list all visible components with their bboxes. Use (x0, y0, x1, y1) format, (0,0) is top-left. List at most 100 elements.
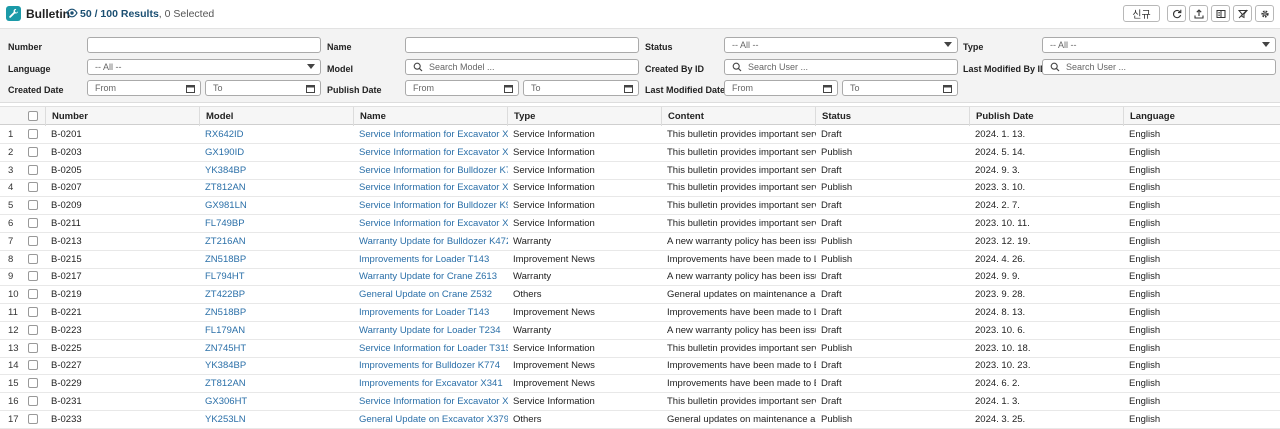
cell-model-link[interactable]: YK384BP (199, 357, 354, 375)
model-search-field[interactable]: Search Model ... (405, 59, 639, 75)
table-row[interactable]: 16 B-0231 GX306HT Service Information for E… (0, 393, 1280, 411)
row-checkbox[interactable] (28, 253, 38, 264)
last-modified-date-from[interactable]: From (724, 80, 838, 96)
row-checkbox[interactable] (28, 360, 38, 371)
row-checkbox[interactable] (28, 396, 38, 406)
last-modified-by-search-field[interactable]: Search User ... (1042, 59, 1276, 75)
table-row[interactable]: 4 B-0207 ZT812AN Service Information for Ex… (0, 179, 1280, 198)
column-header-status[interactable]: Status (815, 107, 970, 126)
cell-name-link[interactable]: Service Information for Excavator X737 (353, 215, 508, 233)
row-checkbox[interactable] (28, 271, 38, 282)
chevron-down-icon (307, 64, 315, 69)
row-checkbox[interactable] (28, 164, 38, 175)
table-row[interactable]: 3 B-0205 YK384BP Service Information for Bu… (0, 162, 1280, 180)
table-row[interactable]: 13 B-0225 ZN745HT Service Information for L… (0, 340, 1280, 358)
publish-date-to[interactable]: To (523, 80, 639, 96)
cell-model-link[interactable]: ZN518BP (199, 251, 354, 269)
number-field[interactable] (87, 37, 321, 53)
name-field[interactable] (405, 37, 639, 53)
new-button[interactable]: 신규 (1123, 5, 1160, 22)
column-header-model[interactable]: Model (199, 107, 354, 126)
cell-model-link[interactable]: ZN518BP (199, 304, 354, 322)
status-select[interactable]: -- All -- (724, 37, 958, 53)
created-by-search-field[interactable]: Search User ... (724, 59, 958, 75)
cell-model-link[interactable]: GX190ID (199, 144, 354, 162)
table-row[interactable]: 1 B-0201 RX642ID Service Information for Ex… (0, 126, 1280, 144)
cell-name-link[interactable]: Service Information for Excavator X999 (353, 393, 508, 411)
cell-name-link[interactable]: General Update on Crane Z532 (353, 286, 508, 304)
row-checkbox[interactable] (28, 218, 38, 228)
table-row[interactable]: 9 B-0217 FL794HT Warranty Update for Crane … (0, 268, 1280, 287)
column-header-type[interactable]: Type (507, 107, 662, 126)
language-select[interactable]: -- All -- (87, 59, 321, 75)
last-modified-date-to[interactable]: To (842, 80, 958, 96)
table-row[interactable]: 7 B-0213 ZT216AN Warranty Update for Bulldo… (0, 233, 1280, 251)
cell-name-link[interactable]: Improvements for Loader T143 (353, 304, 508, 322)
row-checkbox[interactable] (28, 146, 38, 157)
type-select[interactable]: -- All -- (1042, 37, 1276, 53)
table-row[interactable]: 8 B-0215 ZN518BP Improvements for Loader T1… (0, 251, 1280, 269)
select-all-checkbox[interactable] (28, 111, 38, 121)
cell-model-link[interactable]: FL179AN (199, 322, 354, 340)
cell-model-link[interactable]: FL794HT (199, 268, 354, 286)
column-header-name[interactable]: Name (353, 107, 508, 126)
columns-button[interactable] (1211, 5, 1230, 22)
created-date-from[interactable]: From (87, 80, 201, 96)
column-header-language[interactable]: Language (1123, 107, 1280, 126)
export-button[interactable] (1189, 5, 1208, 22)
cell-model-link[interactable]: ZN745HT (199, 340, 354, 358)
settings-button[interactable] (1255, 5, 1274, 22)
column-header-publish-date[interactable]: Publish Date (969, 107, 1124, 126)
table-row[interactable]: 15 B-0229 ZT812AN Improvements for Excavato… (0, 375, 1280, 394)
table-row[interactable]: 5 B-0209 GX981LN Service Information for Bu… (0, 197, 1280, 216)
refresh-button[interactable] (1167, 5, 1186, 22)
clear-filter-button[interactable] (1233, 5, 1252, 22)
row-checkbox[interactable] (28, 129, 38, 139)
cell-name-link[interactable]: Warranty Update for Loader T234 (353, 322, 508, 340)
column-header-number[interactable]: Number (45, 107, 200, 126)
cell-model-link[interactable]: YK253LN (199, 411, 354, 429)
row-checkbox[interactable] (28, 182, 38, 193)
row-checkbox[interactable] (28, 200, 38, 211)
cell-model-link[interactable]: ZT812AN (199, 179, 354, 197)
row-checkbox[interactable] (28, 307, 38, 317)
cell-name-link[interactable]: Improvements for Bulldozer K774 (353, 357, 508, 375)
cell-name-link[interactable]: Service Information for Excavator X341 (353, 179, 508, 197)
row-checkbox[interactable] (28, 235, 38, 246)
cell-name-link[interactable]: Service Information for Loader T315 (353, 340, 508, 358)
cell-name-link[interactable]: Service Information for Bulldozer K966 (353, 197, 508, 215)
cell-model-link[interactable]: GX306HT (199, 393, 354, 411)
cell-model-link[interactable]: ZT422BP (199, 286, 354, 304)
row-checkbox[interactable] (28, 413, 38, 424)
table-row[interactable]: 2 B-0203 GX190ID Service Information for Ex… (0, 144, 1280, 162)
cell-name-link[interactable]: Improvements for Excavator X341 (353, 375, 508, 393)
row-checkbox[interactable] (28, 324, 38, 335)
cell-model-link[interactable]: ZT812AN (199, 375, 354, 393)
column-header-content[interactable]: Content (661, 107, 816, 126)
created-date-to[interactable]: To (205, 80, 321, 96)
cell-model-link[interactable]: YK384BP (199, 162, 354, 180)
table-row[interactable]: 11 B-0221 ZN518BP Improvements for Loader T… (0, 304, 1280, 322)
cell-model-link[interactable]: FL749BP (199, 215, 354, 233)
cell-name-link[interactable]: Warranty Update for Crane Z613 (353, 268, 508, 286)
table-row[interactable]: 17 B-0233 YK253LN General Update on Excavat… (0, 411, 1280, 429)
cell-name-link[interactable]: Improvements for Loader T143 (353, 251, 508, 269)
cell-model-link[interactable]: GX981LN (199, 197, 354, 215)
table-row[interactable]: 14 B-0227 YK384BP Improvements for Bulldoze… (0, 357, 1280, 376)
table-row[interactable]: 6 B-0211 FL749BP Service Information for Ex… (0, 215, 1280, 233)
publish-date-from[interactable]: From (405, 80, 519, 96)
cell-name-link[interactable]: Service Information for Bulldozer K774 (353, 162, 508, 180)
table-row[interactable]: 12 B-0223 FL179AN Warranty Update for Loade… (0, 322, 1280, 340)
cell-model-link[interactable]: ZT216AN (199, 233, 354, 251)
cell-name-link[interactable]: Warranty Update for Bulldozer K472 (353, 233, 508, 251)
row-checkbox[interactable] (28, 378, 38, 389)
cell-name-link[interactable]: Service Information for Excavator X831 (353, 144, 508, 162)
row-checkbox[interactable] (28, 289, 38, 300)
cell-number: B-0207 (51, 182, 82, 194)
cell-model-link[interactable]: RX642ID (199, 126, 354, 144)
row-checkbox[interactable] (28, 342, 38, 353)
cell-name-link[interactable]: Service Information for Excavator X281 (353, 126, 508, 144)
table-row[interactable]: 10 B-0219 ZT422BP General Update on Crane Z… (0, 286, 1280, 305)
cell-type: Service Information (513, 164, 595, 176)
cell-name-link[interactable]: General Update on Excavator X379 (353, 411, 508, 429)
